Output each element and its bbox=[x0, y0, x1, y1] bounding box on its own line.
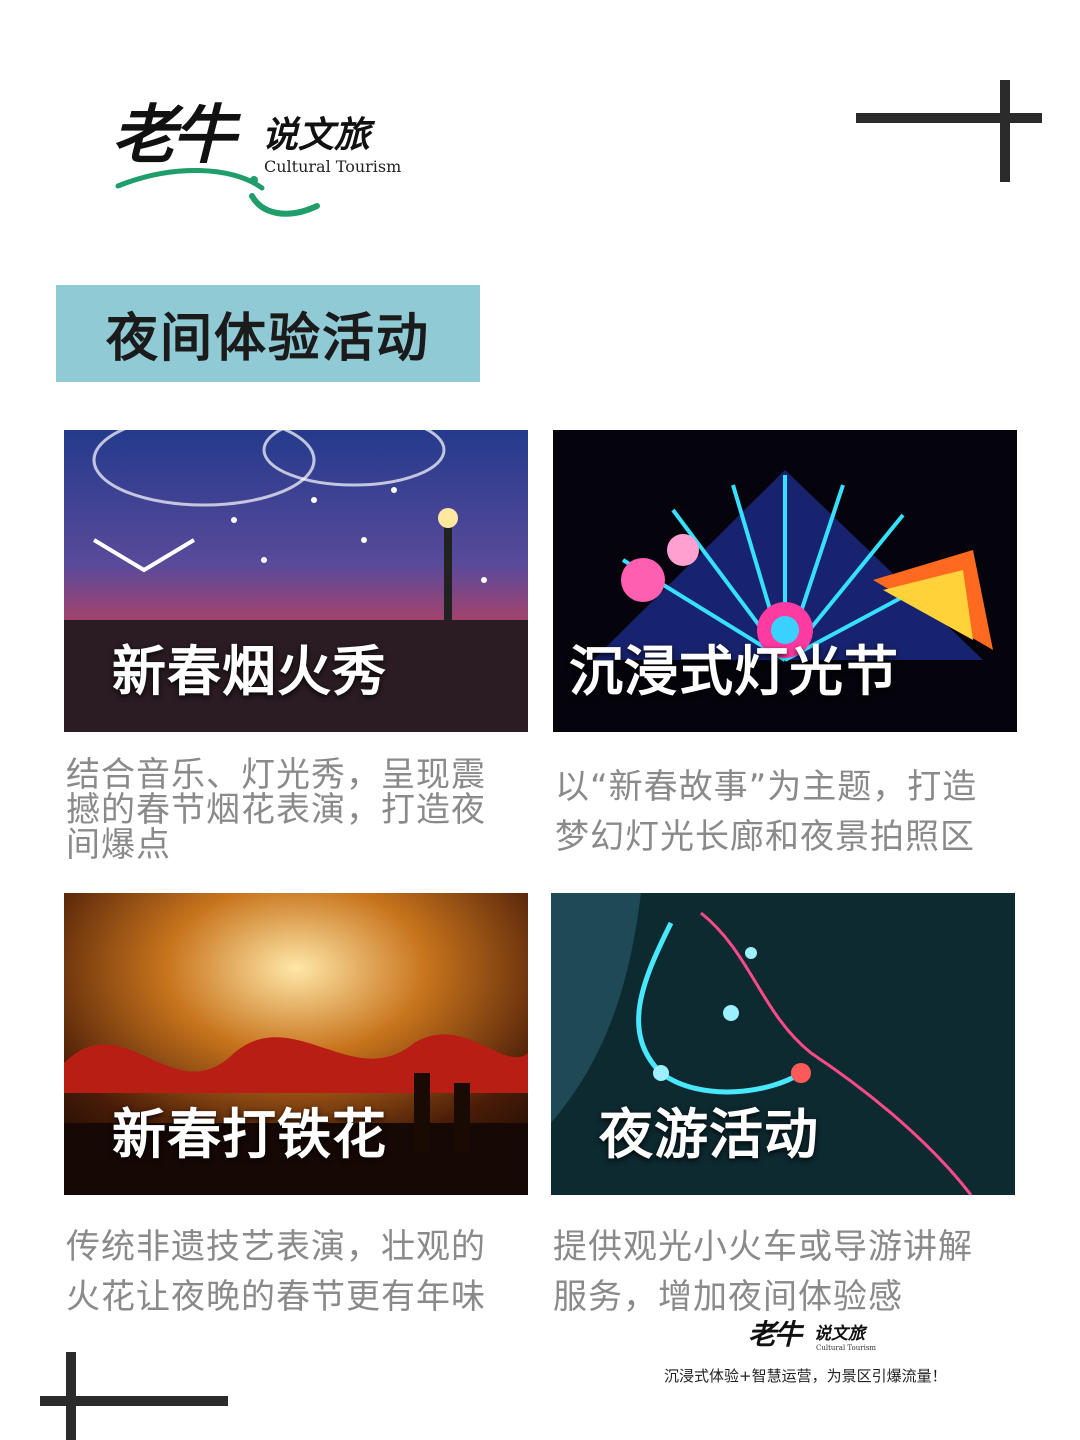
footer-logo-cn-small: 说文旅 bbox=[814, 1324, 865, 1344]
card-caption: 新春打铁花 bbox=[112, 1103, 387, 1166]
card-caption: 夜游活动 bbox=[599, 1103, 819, 1166]
card-image-iron-flower: 新春打铁花 bbox=[64, 893, 528, 1195]
card-description: 提供观光小火车或导游讲解服务，增加夜间体验感 bbox=[553, 1227, 973, 1317]
card-description: 结合音乐、灯光秀，呈现震撼的春节烟花表演，打造夜间爆点 bbox=[66, 755, 486, 865]
footer-logo: 老牛 说文旅 Cultural Tourism bbox=[748, 1318, 888, 1358]
section-title-banner: 夜间体验活动 bbox=[56, 285, 480, 382]
logo-cn-big: 老牛 bbox=[112, 99, 236, 173]
card-description: 传统非遗技艺表演，壮观的火花让夜晚的春节更有年味 bbox=[66, 1227, 486, 1317]
brand-logo: 老牛 说文旅 Cultural Tourism bbox=[112, 96, 412, 226]
card-image-lantern: 沉浸式灯光节 bbox=[553, 430, 1017, 732]
corner-cross-bottom-left bbox=[40, 1352, 228, 1440]
section-title: 夜间体验活动 bbox=[105, 309, 430, 369]
card-image-night-tour: 夜游活动 bbox=[551, 893, 1015, 1195]
footer-slogan: 沉浸式体验+智慧运营，为景区引爆流量！ bbox=[664, 1367, 947, 1385]
footer-logo-cn-big: 老牛 bbox=[748, 1318, 802, 1351]
logo-swoosh-icon bbox=[115, 167, 320, 217]
card-description: 以“新春故事”为主题，打造梦幻灯光长廊和夜景拍照区 bbox=[555, 767, 978, 857]
card-caption: 新春烟火秀 bbox=[112, 640, 387, 703]
card-caption: 沉浸式灯光节 bbox=[569, 640, 899, 703]
logo-cn-small: 说文旅 bbox=[262, 115, 371, 156]
card-image-fireworks: 新春烟火秀 bbox=[64, 430, 528, 732]
corner-cross-top-right bbox=[856, 80, 1042, 182]
footer-logo-en: Cultural Tourism bbox=[816, 1344, 877, 1352]
